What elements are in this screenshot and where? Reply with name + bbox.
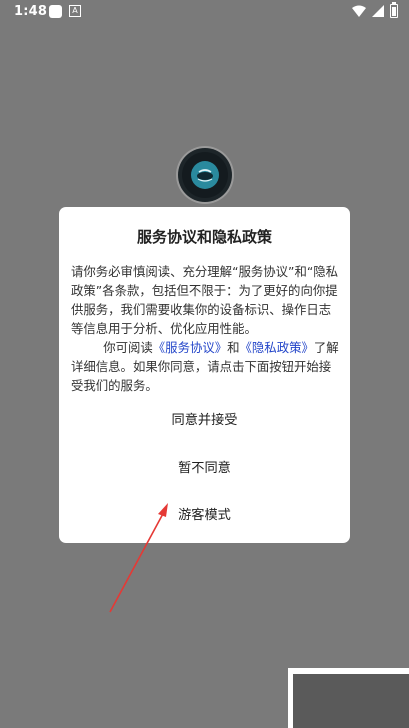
thumbnail-preview xyxy=(293,674,409,728)
arrow-head xyxy=(158,503,168,517)
screenshot-thumbnail[interactable] xyxy=(288,668,409,728)
arrow-line xyxy=(109,509,166,613)
annotation-arrow xyxy=(109,503,168,613)
